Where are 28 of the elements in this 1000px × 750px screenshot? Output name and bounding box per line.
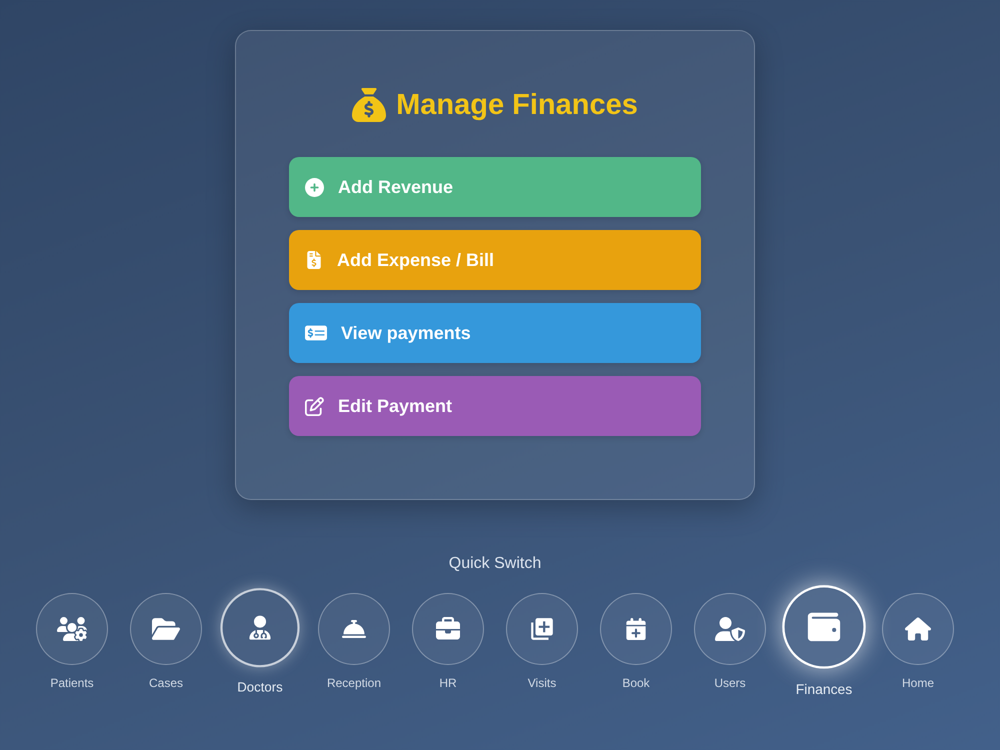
briefcase-icon (436, 617, 460, 641)
edit-icon (305, 396, 324, 416)
quick-switch-label[interactable]: HR (439, 676, 457, 691)
folder-icon (152, 615, 180, 643)
invoice-dollar-icon (305, 251, 323, 269)
quick-switch-label[interactable]: Cases (148, 676, 183, 691)
doctor-icon (248, 616, 272, 640)
quick-switch-title: Quick Switch (448, 554, 542, 574)
quick-switch-label[interactable]: Patients (50, 676, 94, 691)
action-button[interactable]: Edit Payment (289, 376, 701, 436)
quick-switch-label[interactable]: Home (902, 676, 934, 691)
action-button[interactable]: View payments (289, 303, 701, 363)
money-bag-icon (352, 88, 386, 122)
wallet-icon (808, 610, 840, 644)
quick-switch-label[interactable]: Doctors (237, 679, 283, 696)
card-title: Manage Finances (396, 88, 638, 122)
quick-switch-button[interactable] (782, 585, 866, 669)
home-icon (905, 616, 931, 642)
users-gear-icon (57, 614, 87, 644)
service-bell-icon (342, 617, 366, 641)
quick-switch-label[interactable]: Users (714, 676, 746, 691)
add-stack-icon (529, 616, 555, 642)
user-shield-icon (715, 614, 745, 644)
quick-switch-label[interactable]: Visits (528, 676, 556, 691)
quick-switch-label[interactable]: Finances (796, 681, 852, 699)
quick-switch-label[interactable]: Book (622, 676, 650, 691)
calendar-plus-icon (625, 618, 647, 640)
quick-switch-label[interactable]: Reception (326, 676, 382, 691)
